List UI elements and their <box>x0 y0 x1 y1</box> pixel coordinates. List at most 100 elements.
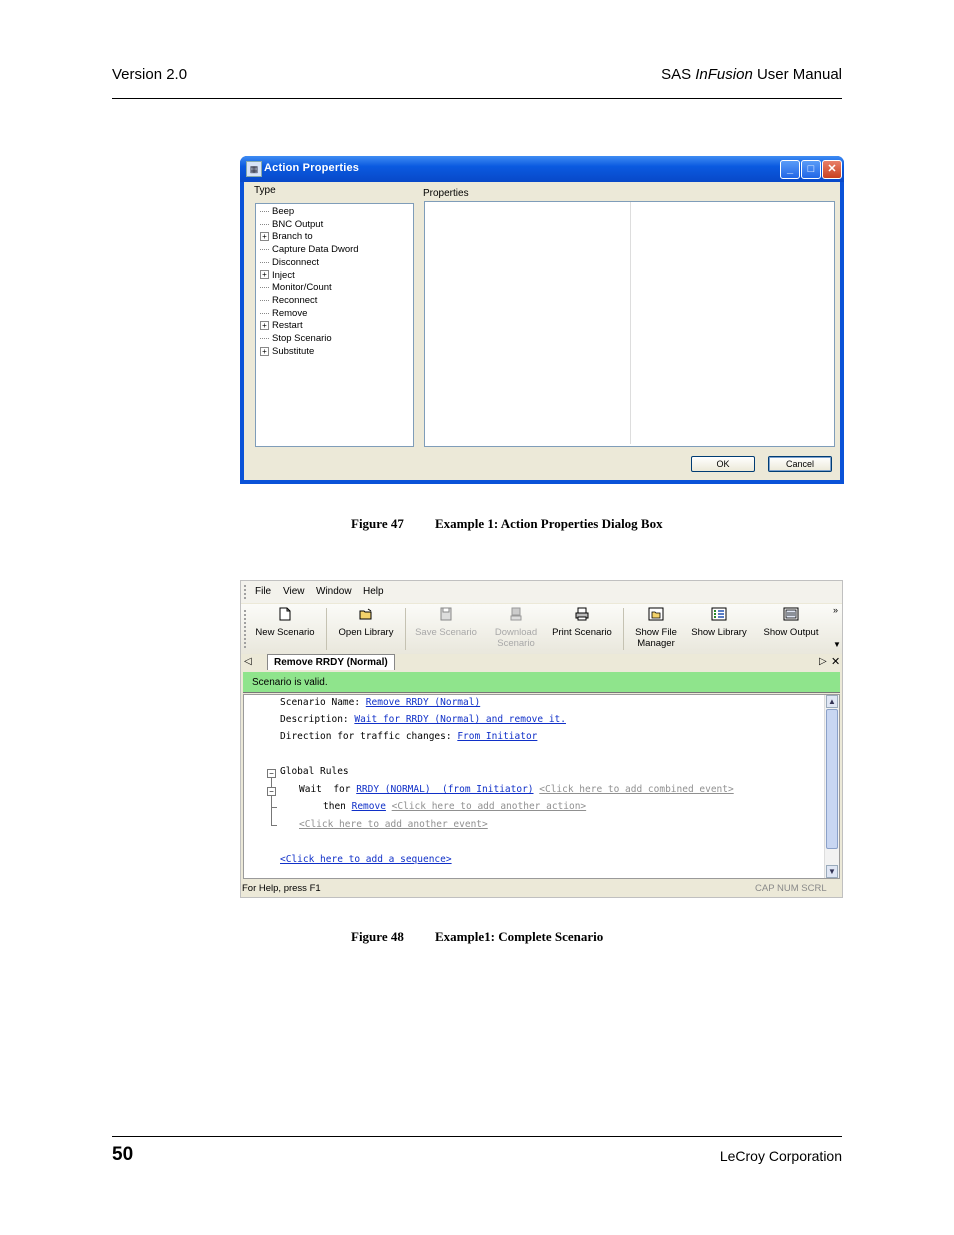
tree-connector-icon <box>260 287 269 289</box>
type-tree-item-label: Restart <box>272 320 303 332</box>
expand-plus-icon[interactable]: + <box>260 270 269 280</box>
scroll-up-arrow-icon[interactable]: ▲ <box>826 695 838 708</box>
direction-link[interactable]: From Initiator <box>457 731 537 742</box>
type-tree-item[interactable]: + Branch to <box>260 231 313 243</box>
show-file-manager-button[interactable]: Show File Manager <box>627 607 685 649</box>
expand-plus-icon[interactable]: + <box>260 321 269 331</box>
add-sequence-text: <Click here to add a sequence> <box>280 854 452 865</box>
type-tree-item[interactable]: Stop Scenario <box>260 333 332 345</box>
event-line: Wait for RRDY (NORMAL) (from Initiator) … <box>299 784 734 795</box>
menu-bar: File View Window Help <box>241 581 842 603</box>
tab-remove-rrdy[interactable]: Remove RRDY (Normal) <box>267 654 395 670</box>
type-tree-item[interactable]: + Substitute <box>260 346 314 358</box>
properties-grid[interactable] <box>424 201 835 447</box>
download-icon <box>510 607 522 621</box>
type-tree-item[interactable]: + Restart <box>260 320 303 332</box>
menu-view[interactable]: View <box>283 586 305 597</box>
dialog-titlebar[interactable]: ▦ Action Properties _ □ ✕ <box>240 156 844 182</box>
add-sequence-link[interactable]: <Click here to add a sequence> <box>280 854 452 865</box>
event-link[interactable]: RRDY (NORMAL) (from Initiator) <box>356 784 533 795</box>
type-tree-item[interactable]: Beep <box>260 206 294 218</box>
new-scenario-button[interactable]: New Scenario <box>253 607 317 638</box>
tree-connector-icon <box>260 223 269 225</box>
toolbar-options-dropdown-icon[interactable]: ▼ <box>833 640 841 649</box>
scenario-name-link[interactable]: Remove RRDY (Normal) <box>366 697 480 708</box>
cancel-button[interactable]: Cancel <box>768 456 832 472</box>
toolbar-overflow-chevron-icon[interactable]: » <box>833 606 838 615</box>
type-tree-item-label: Stop Scenario <box>272 333 332 344</box>
type-tree-item[interactable]: BNC Output <box>260 219 323 231</box>
show-output-label: Show Output <box>763 627 819 638</box>
type-tree-item-label: Branch to <box>272 231 313 243</box>
figure47-caption: Example 1: Action Properties Dialog Box <box>435 516 663 531</box>
type-tree-item[interactable]: Disconnect <box>260 257 319 269</box>
scroll-down-arrow-icon[interactable]: ▼ <box>826 865 838 878</box>
header-title-product: InFusion <box>695 66 753 83</box>
type-tree-item[interactable]: Monitor/Count <box>260 282 332 294</box>
add-event-link[interactable]: <Click here to add another event> <box>299 819 488 830</box>
show-output-button[interactable]: Show Output <box>758 607 824 638</box>
validation-status-bar: Scenario is valid. <box>243 672 840 693</box>
add-action-link[interactable]: <Click here to add another action> <box>392 801 586 812</box>
file-manager-icon <box>648 607 664 621</box>
toolbar-grip[interactable] <box>244 610 248 648</box>
scenario-editor-window: File View Window Help New Scenario Open … <box>240 580 843 898</box>
tree-branch-line <box>272 807 277 808</box>
toolbar-separator <box>405 608 406 650</box>
ok-button[interactable]: OK <box>691 456 755 472</box>
expand-plus-icon[interactable]: + <box>260 346 269 356</box>
show-file-manager-label: Show File <box>635 627 677 638</box>
type-tree-item-label: Inject <box>272 269 295 281</box>
tree-connector-icon <box>260 312 269 314</box>
tab-scroll-left-icon[interactable]: ◁ <box>244 656 252 667</box>
menu-help[interactable]: Help <box>363 586 384 597</box>
action-link[interactable]: Remove <box>352 801 386 812</box>
type-tree-item[interactable]: + Inject <box>260 270 295 282</box>
figure48-caption: Example1: Complete Scenario <box>435 929 604 944</box>
toolbar-separator <box>623 608 624 650</box>
menubar-grip[interactable] <box>244 585 248 599</box>
menu-file[interactable]: File <box>255 586 271 597</box>
show-library-label: Show Library <box>691 627 747 638</box>
type-tree-item-label: Capture Data Dword <box>272 244 359 256</box>
scenario-editor[interactable]: Scenario Name: Remove RRDY (Normal) Desc… <box>243 694 840 879</box>
scroll-thumb[interactable] <box>826 709 838 849</box>
open-library-button[interactable]: Open Library <box>333 607 399 638</box>
output-window-icon <box>783 607 799 621</box>
tree-connector-icon <box>260 337 269 339</box>
tab-scroll-right-icon[interactable]: ▷ <box>819 656 827 667</box>
menu-window[interactable]: Window <box>316 586 352 597</box>
figure48-label: Figure 48 <box>351 929 404 944</box>
description-link[interactable]: Wait for RRDY (Normal) and remove it. <box>354 714 566 725</box>
minimize-button[interactable]: _ <box>780 160 800 179</box>
download-scenario-label-line2: Scenario <box>497 638 535 649</box>
add-event-text: <Click here to add another event> <box>299 819 488 830</box>
save-scenario-button[interactable]: Save Scenario <box>413 607 479 638</box>
library-icon <box>711 607 727 621</box>
type-tree[interactable]: Beep BNC Output + Branch to Capture Data Dwo… <box>255 203 414 447</box>
expand-plus-icon[interactable]: + <box>260 232 269 242</box>
save-scenario-label: Save Scenario <box>415 627 477 638</box>
action-properties-dialog: ▦ Action Properties _ □ ✕ Type Propertie… <box>240 156 844 484</box>
add-combined-event-link[interactable]: <Click here to add combined event> <box>539 784 733 795</box>
global-rules-collapse-icon[interactable]: − <box>267 769 276 778</box>
download-scenario-button[interactable]: Download Scenario <box>483 607 549 649</box>
type-tree-item[interactable]: Remove <box>260 308 307 320</box>
maximize-button[interactable]: □ <box>801 160 821 179</box>
tree-connector-icon <box>260 299 269 301</box>
type-tree-item[interactable]: Reconnect <box>260 295 317 307</box>
header-title-prefix: SAS <box>661 66 696 83</box>
event-collapse-icon[interactable]: − <box>267 787 276 796</box>
editor-vertical-scrollbar[interactable]: ▲ ▼ <box>824 695 839 878</box>
print-scenario-button[interactable]: Print Scenario <box>549 607 615 638</box>
type-tree-item[interactable]: Capture Data Dword <box>260 244 359 256</box>
show-library-button[interactable]: Show Library <box>687 607 751 638</box>
tab-close-icon[interactable]: ✕ <box>831 655 840 668</box>
footer-company: LeCroy Corporation <box>719 1148 842 1164</box>
header-version: Version 2.0 <box>112 66 188 83</box>
header-manual-title: SAS InFusion User Manual <box>661 66 842 83</box>
close-button[interactable]: ✕ <box>822 160 842 179</box>
type-tree-item-label: BNC Output <box>272 218 324 230</box>
figure47-label: Figure 47 <box>351 516 404 531</box>
then-keyword: then <box>323 801 352 812</box>
